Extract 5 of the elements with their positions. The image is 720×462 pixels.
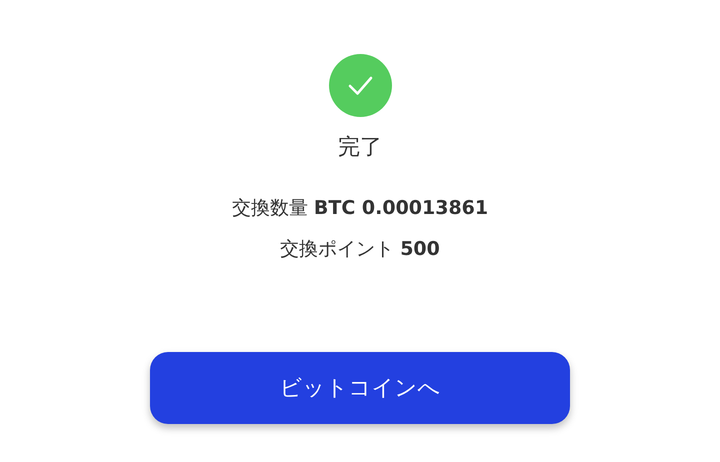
detail-text: 交換ポイント 500 xyxy=(280,237,440,262)
check-icon xyxy=(328,54,392,117)
bitcoin-button[interactable]: ビットコインへ xyxy=(150,352,570,424)
detail-text: 交換数量 BTC 0.00013861 xyxy=(232,196,488,221)
status-title: 完了 xyxy=(338,134,382,162)
